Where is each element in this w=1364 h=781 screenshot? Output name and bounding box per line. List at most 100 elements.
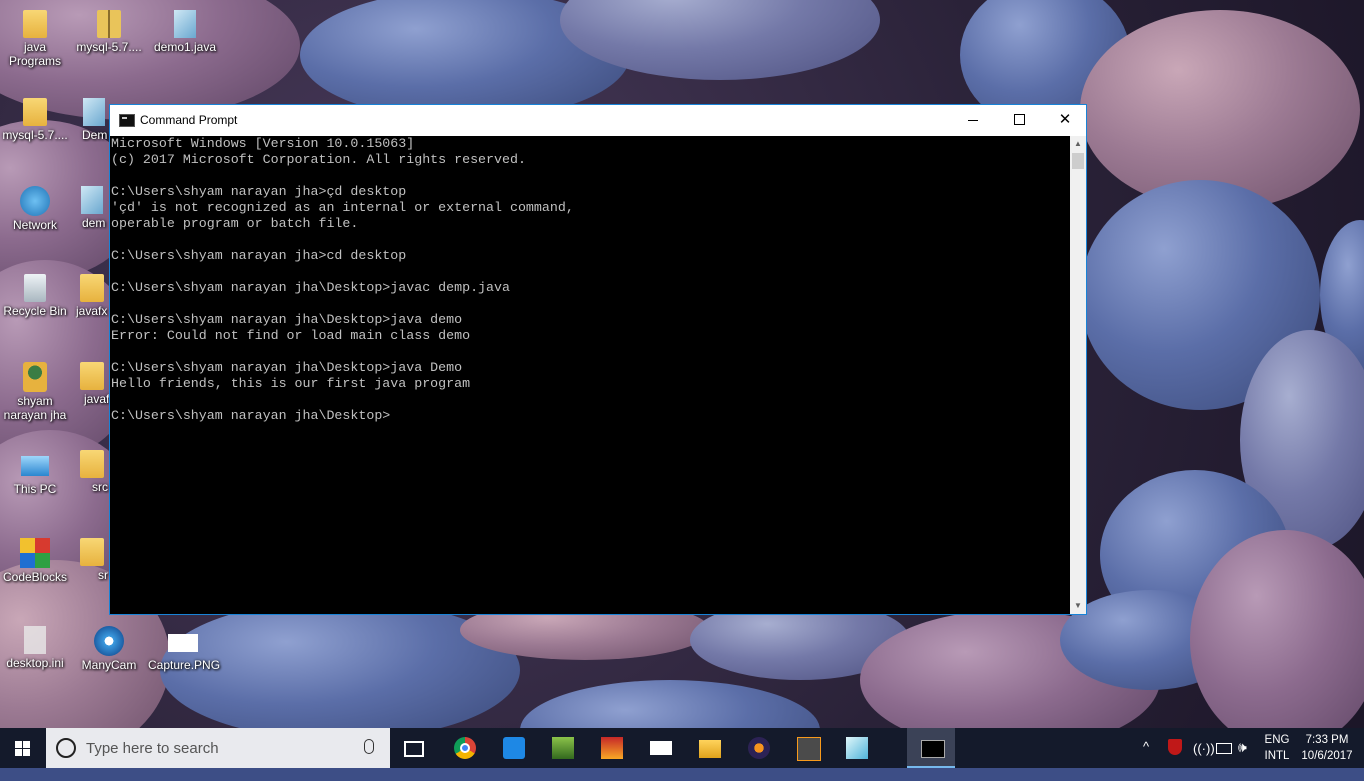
desktop-icon-label: java Programs — [8, 40, 61, 68]
desktop-icon-javafx[interactable]: javafx — [74, 274, 109, 318]
window-title: Command Prompt — [140, 113, 238, 127]
task-view-button[interactable] — [390, 728, 438, 768]
desktop-icon-manycam[interactable]: ManyCam — [74, 626, 144, 672]
app-icon — [552, 737, 574, 759]
command-prompt-icon — [921, 740, 945, 758]
recycle-bin-icon — [24, 274, 46, 302]
show-hidden-icons-button[interactable]: ^ — [1143, 739, 1149, 779]
codeblocks-icon — [20, 538, 50, 568]
desktop-icon-label: mysql-5.7.... — [76, 40, 142, 54]
desktop-icon-javaf[interactable]: javaf — [74, 362, 109, 406]
folder-icon — [79, 450, 104, 478]
vertical-scrollbar[interactable]: ▲ ▼ — [1070, 136, 1086, 614]
app-icon — [503, 737, 525, 759]
desktop-icon-label: This PC — [13, 482, 57, 496]
png-file-icon — [168, 634, 198, 652]
keyboard-layout: INTL — [1264, 750, 1290, 762]
file-icon — [80, 186, 103, 214]
desktop-icon-label: sr — [98, 568, 108, 582]
start-button[interactable] — [0, 728, 46, 768]
desktop-icon-demo1-java[interactable]: demo1.java — [150, 10, 220, 54]
folder-icon — [79, 362, 104, 390]
clock-time: 7:33 PM — [1305, 734, 1349, 746]
wifi-icon[interactable]: ((·)) — [1193, 741, 1215, 781]
file-icon — [83, 98, 105, 126]
desktop-icon-this-pc[interactable]: This PC — [0, 450, 70, 496]
mail-icon — [650, 741, 672, 755]
microphone-icon[interactable] — [364, 739, 374, 754]
language-code: ENG — [1264, 734, 1290, 746]
cortana-icon — [56, 738, 76, 758]
taskbar-sublime-text[interactable] — [783, 728, 831, 768]
scroll-down-button[interactable]: ▼ — [1070, 598, 1086, 614]
close-icon: ✕ — [1058, 111, 1072, 128]
desktop-icon-desktop-ini[interactable]: desktop.ini — [0, 626, 70, 670]
manycam-icon — [94, 626, 124, 656]
taskbar-command-prompt[interactable] — [907, 728, 955, 768]
command-prompt-window[interactable]: Command Prompt ✕ Microsoft Windows [Vers… — [109, 104, 1087, 615]
console-text: Microsoft Windows [Version 10.0.15063] (… — [111, 136, 574, 423]
taskbar-mail[interactable] — [636, 728, 684, 768]
taskbar-app[interactable] — [587, 728, 635, 768]
search-placeholder: Type here to search — [86, 740, 219, 757]
command-prompt-icon — [119, 114, 135, 127]
desktop-icon-dem[interactable]: Dem — [74, 98, 114, 142]
desktop-icon-label: javaf — [84, 392, 109, 406]
desktop-icon-codeblocks[interactable]: CodeBlocks — [0, 538, 70, 584]
desktop-icon-label: javafx — [76, 304, 108, 318]
desktop-icon-demo-partial[interactable]: dem — [74, 186, 109, 230]
desktop-icon-label: shyam narayan jha — [3, 394, 67, 422]
desktop-icon-capture-png[interactable]: Capture.PNG — [148, 626, 220, 672]
maximize-button[interactable] — [996, 105, 1042, 135]
scroll-thumb[interactable] — [1072, 153, 1084, 169]
desktop-icon-label: src — [92, 480, 108, 494]
input-language[interactable]: ENG INTL — [1259, 732, 1295, 772]
desktop-icon-src[interactable]: src — [74, 450, 109, 494]
chrome-icon — [454, 737, 476, 759]
desktop-icon-mysql-folder[interactable]: mysql-5.7.... — [0, 98, 70, 142]
search-box[interactable]: Type here to search — [46, 728, 390, 768]
app-icon — [601, 737, 623, 759]
taskbar-chrome[interactable] — [440, 728, 488, 768]
desktop-icon-label: Dem — [82, 128, 108, 142]
desktop-icon-label: dem — [82, 216, 106, 230]
volume-icon[interactable]: 🕪 — [1238, 739, 1247, 779]
console-output[interactable]: Microsoft Windows [Version 10.0.15063] (… — [110, 136, 1070, 614]
desktop-icon-label: Recycle Bin — [3, 304, 67, 318]
taskbar-notepad[interactable] — [832, 728, 880, 768]
taskbar-file-explorer[interactable] — [685, 728, 733, 768]
mcafee-icon[interactable] — [1168, 739, 1182, 755]
clock-date: 10/6/2017 — [1301, 750, 1353, 762]
scroll-up-button[interactable]: ▲ — [1070, 136, 1086, 152]
close-button[interactable]: ✕ — [1042, 105, 1088, 135]
taskbar-app[interactable] — [538, 728, 586, 768]
ini-file-icon — [24, 626, 46, 654]
desktop-icon-label: Network — [12, 218, 57, 232]
desktop-icon-network[interactable]: Network — [0, 186, 70, 232]
taskbar-app[interactable] — [489, 728, 537, 768]
desktop-icon-label: CodeBlocks — [2, 570, 68, 584]
desktop-icon-sr[interactable]: sr — [74, 538, 109, 582]
battery-icon[interactable] — [1216, 743, 1232, 754]
desktop-icon-java-programs[interactable]: java Programs — [0, 10, 70, 68]
desktop-icon-recycle-bin[interactable]: Recycle Bin — [0, 274, 70, 318]
desktop-icon-label: mysql-5.7.... — [2, 128, 68, 142]
folder-icon — [79, 538, 104, 566]
sublime-text-icon — [797, 737, 821, 761]
eclipse-icon — [748, 737, 770, 759]
desktop-icon-label: demo1.java — [153, 40, 217, 54]
this-pc-icon — [21, 456, 49, 476]
clock[interactable]: 7:33 PM 10/6/2017 — [1296, 732, 1358, 772]
desktop-icon-shyam-narayan-jha[interactable]: shyam narayan jha — [0, 362, 70, 422]
minimize-button[interactable] — [950, 105, 996, 135]
taskbar-eclipse[interactable] — [734, 728, 782, 768]
maximize-icon — [1014, 114, 1025, 125]
windows-logo-icon — [15, 741, 31, 757]
folder-icon — [79, 274, 104, 302]
chevron-down-icon: ▼ — [1074, 601, 1082, 610]
taskbar: Type here to search ^ ((·)) 🕪 ENG INTL 7… — [0, 728, 1364, 768]
desktop-icon-mysql-zip[interactable]: mysql-5.7.... — [74, 10, 144, 54]
window-titlebar[interactable]: Command Prompt ✕ — [110, 105, 1086, 136]
folder-icon — [699, 740, 721, 758]
desktop-icon-label: ManyCam — [81, 658, 137, 672]
